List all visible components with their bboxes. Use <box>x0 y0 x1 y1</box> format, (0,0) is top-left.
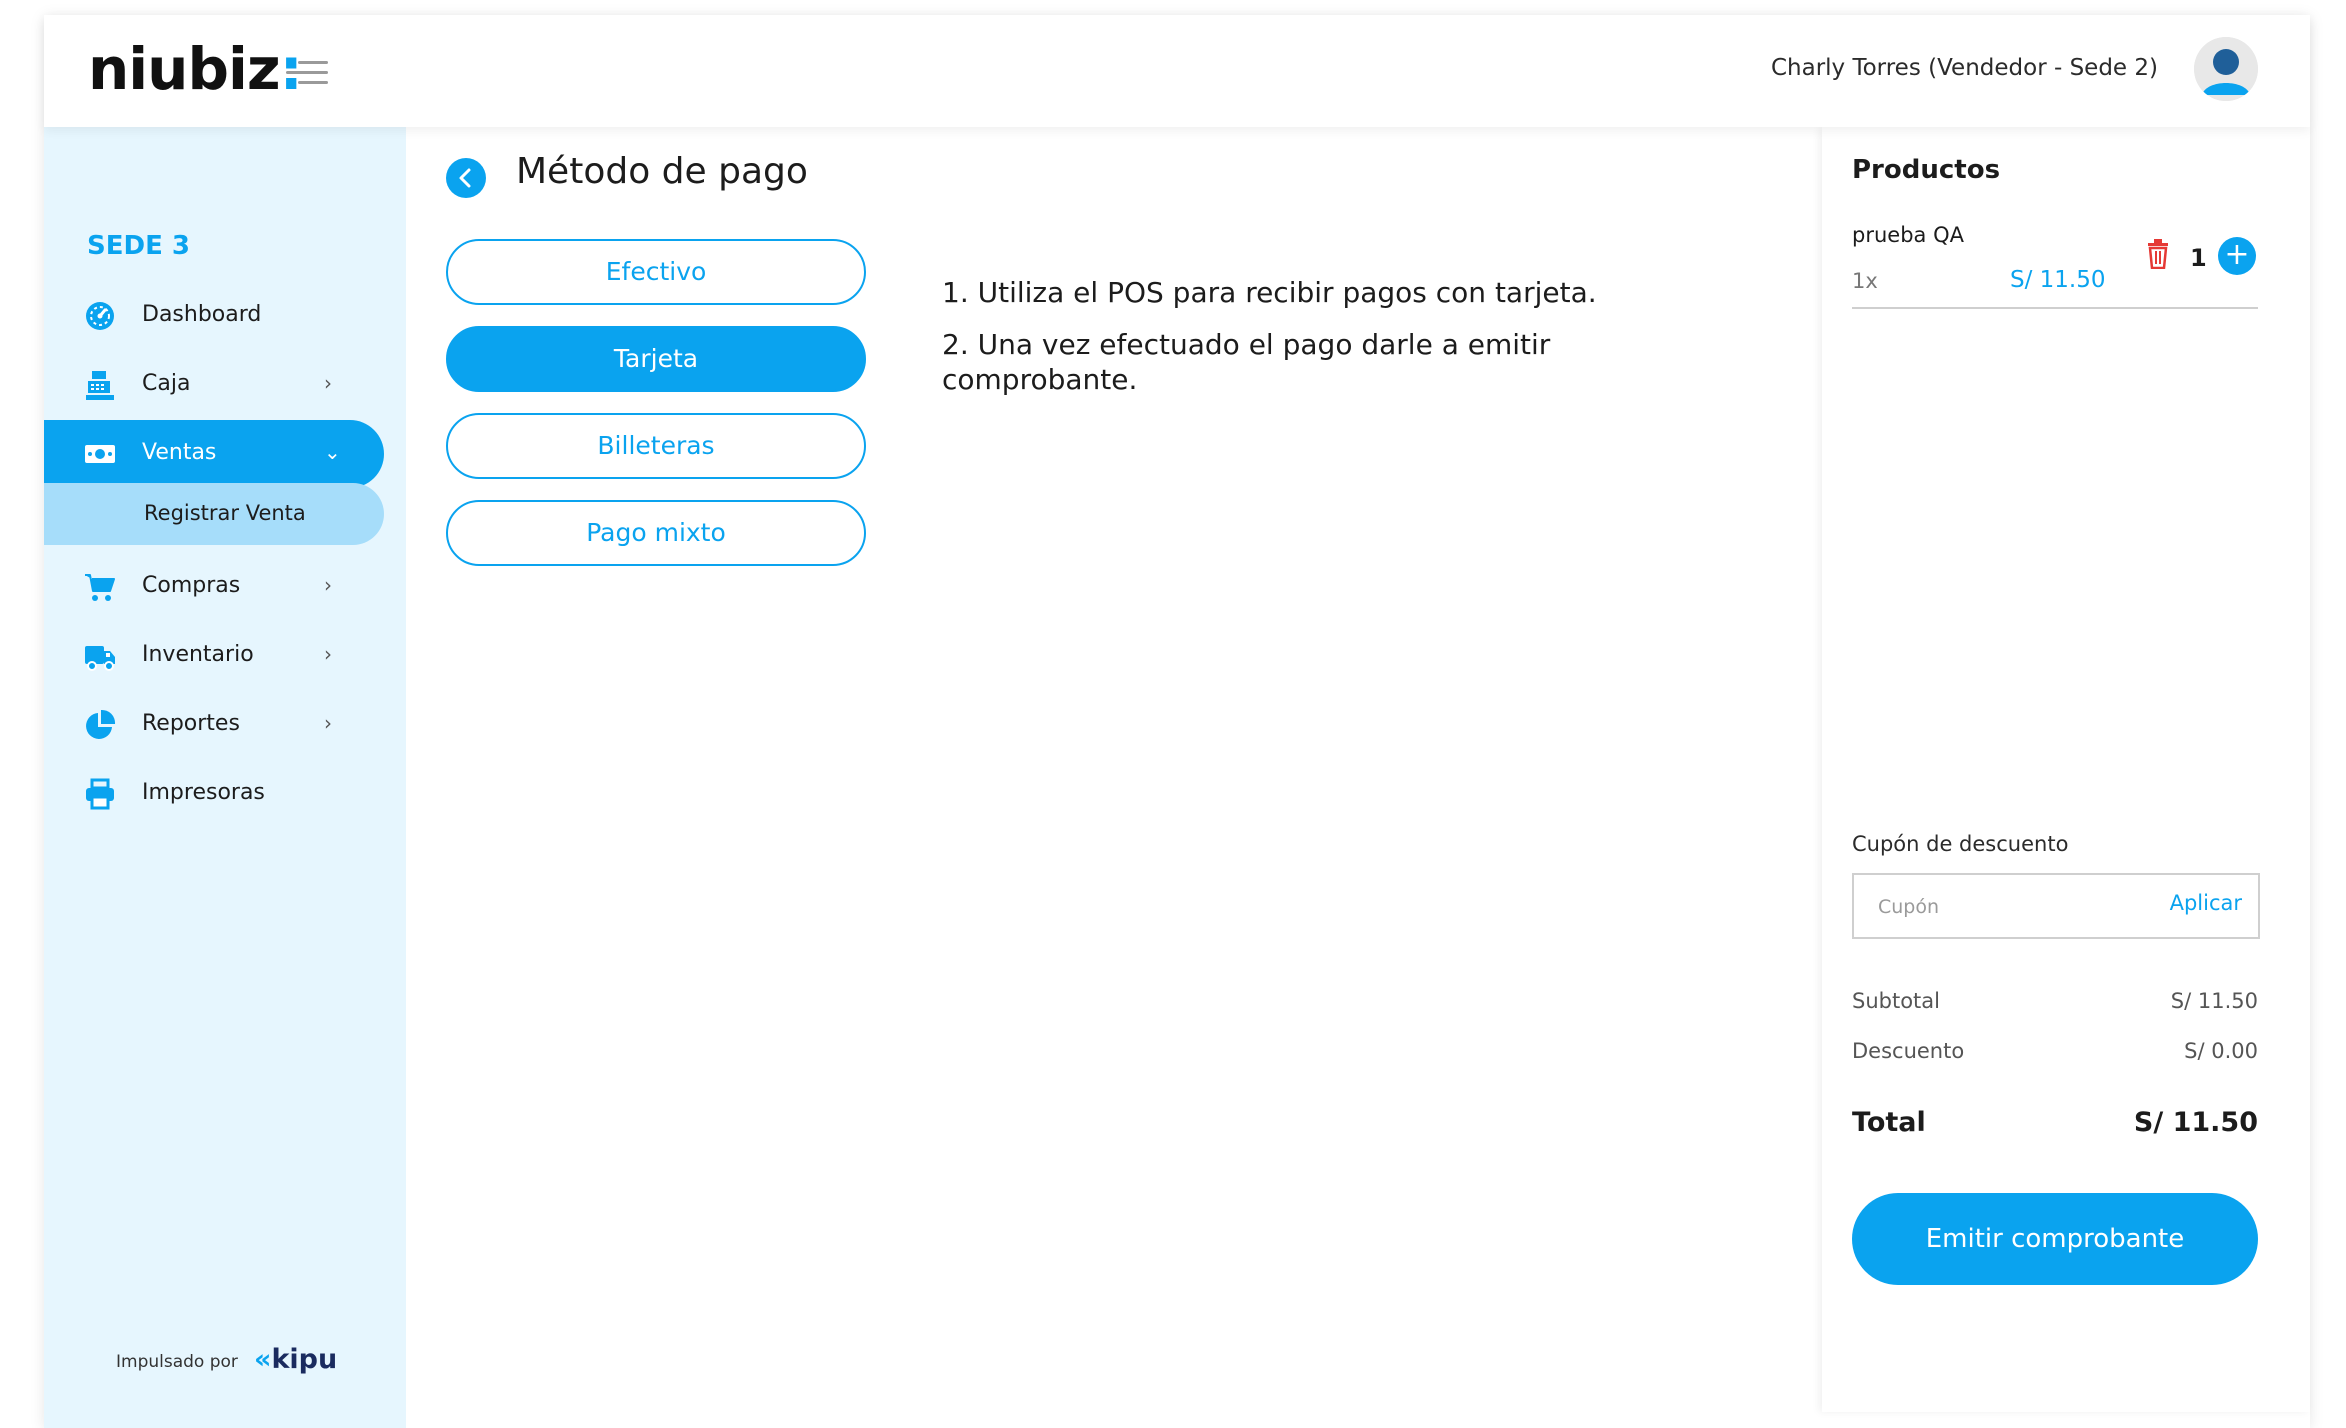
niubiz-logo[interactable]: niubiz: <box>88 39 303 99</box>
instruction-step-1: 1. Utiliza el POS para recibir pagos con… <box>942 276 1597 309</box>
kipu-logo-text: kipu <box>271 1344 338 1375</box>
truck-icon <box>85 646 115 671</box>
payment-method-billeteras-button[interactable]: Billeteras <box>446 413 866 479</box>
apply-coupon-button[interactable]: Aplicar <box>2170 891 2242 915</box>
product-price: S/ 11.50 <box>2010 267 2106 293</box>
app-window: niubiz: Charly Torres (Vendedor - Sede 2… <box>44 15 2310 1428</box>
sede-label: SEDE 3 <box>87 231 190 261</box>
chevron-left-icon <box>459 168 471 188</box>
sidebar-item-label: Impresoras <box>142 780 265 805</box>
emit-receipt-button[interactable]: Emitir comprobante <box>1852 1193 2258 1285</box>
kipu-logo: «kipu <box>254 1344 337 1375</box>
chevron-right-icon: › <box>324 371 332 395</box>
payment-method-efectivo-button[interactable]: Efectivo <box>446 239 866 305</box>
sidebar-item-reportes[interactable]: Reportes › <box>44 691 384 759</box>
kipu-mark-icon: « <box>254 1344 272 1375</box>
chevron-right-icon: › <box>324 573 332 597</box>
cart-panel: Productos prueba QA 1x S/ 11.50 1 + Cupó… <box>1822 127 2310 1412</box>
discount-value: S/ 0.00 <box>2184 1039 2258 1063</box>
dashboard-icon <box>86 302 114 330</box>
sidebar-item-label: Caja <box>142 371 191 396</box>
total-label: Total <box>1852 1107 1926 1138</box>
sidebar-item-dashboard[interactable]: Dashboard <box>44 282 384 350</box>
instruction-step-2-cont: comprobante. <box>942 363 1138 396</box>
user-name: Charly Torres (Vendedor - Sede 2) <box>1770 55 2158 81</box>
coupon-field: Aplicar <box>1852 873 2260 939</box>
chevron-right-icon: › <box>324 642 332 666</box>
discount-label: Descuento <box>1852 1039 1965 1063</box>
money-icon <box>85 445 115 463</box>
product-qty-label: 1x <box>1852 269 1878 293</box>
plus-icon: + <box>2224 237 2250 272</box>
subtotal-label: Subtotal <box>1852 989 1940 1013</box>
total-value: S/ 11.50 <box>2133 1107 2258 1138</box>
page-title: Método de pago <box>516 151 808 192</box>
sidebar-subitem-registrar-venta[interactable]: Registrar Venta <box>44 483 384 545</box>
sidebar: SEDE 3 Dashboard Caja › Ventas ⌄ Registr… <box>44 127 406 1428</box>
user-avatar-icon <box>2194 37 2258 101</box>
divider <box>1852 307 2258 309</box>
sidebar-item-label: Ventas <box>142 440 217 465</box>
trash-icon[interactable] <box>2146 239 2170 269</box>
sidebar-item-inventario[interactable]: Inventario › <box>44 622 384 690</box>
product-quantity: 1 <box>2190 244 2207 272</box>
top-header: niubiz: Charly Torres (Vendedor - Sede 2… <box>44 15 2310 127</box>
sidebar-item-caja[interactable]: Caja › <box>44 351 384 419</box>
back-button[interactable] <box>446 158 486 198</box>
cart-icon <box>85 574 115 601</box>
sidebar-item-label: Dashboard <box>142 302 262 327</box>
subtotal-value: S/ 11.50 <box>2170 989 2258 1013</box>
coupon-input[interactable] <box>1876 893 2150 921</box>
logo-text: niubiz <box>88 35 281 103</box>
payment-method-pago-mixto-button[interactable]: Pago mixto <box>446 500 866 566</box>
printer-icon <box>86 778 114 810</box>
chevron-right-icon: › <box>324 711 332 735</box>
menu-toggle-icon[interactable] <box>286 59 328 89</box>
powered-by-label: Impulsado por <box>116 1352 238 1372</box>
pie-chart-icon <box>86 709 116 739</box>
sidebar-item-label: Inventario <box>142 642 254 667</box>
instruction-step-2: 2. Una vez efectuado el pago darle a emi… <box>942 328 1551 361</box>
sidebar-item-impresoras[interactable]: Impresoras <box>44 760 384 828</box>
sidebar-item-label: Compras <box>142 573 241 598</box>
sidebar-subitem-label: Registrar Venta <box>144 501 306 525</box>
chevron-down-icon: ⌄ <box>324 440 341 464</box>
sidebar-item-compras[interactable]: Compras › <box>44 553 384 621</box>
avatar[interactable] <box>2194 37 2258 101</box>
payment-method-tarjeta-button[interactable]: Tarjeta <box>446 326 866 392</box>
cart-title: Productos <box>1852 155 2001 185</box>
increase-quantity-button[interactable]: + <box>2218 237 2256 275</box>
coupon-label: Cupón de descuento <box>1852 832 2069 856</box>
sidebar-item-ventas[interactable]: Ventas ⌄ <box>44 420 384 488</box>
sidebar-item-label: Reportes <box>142 711 240 736</box>
cash-register-icon <box>86 371 114 400</box>
product-name: prueba QA <box>1852 223 1964 247</box>
